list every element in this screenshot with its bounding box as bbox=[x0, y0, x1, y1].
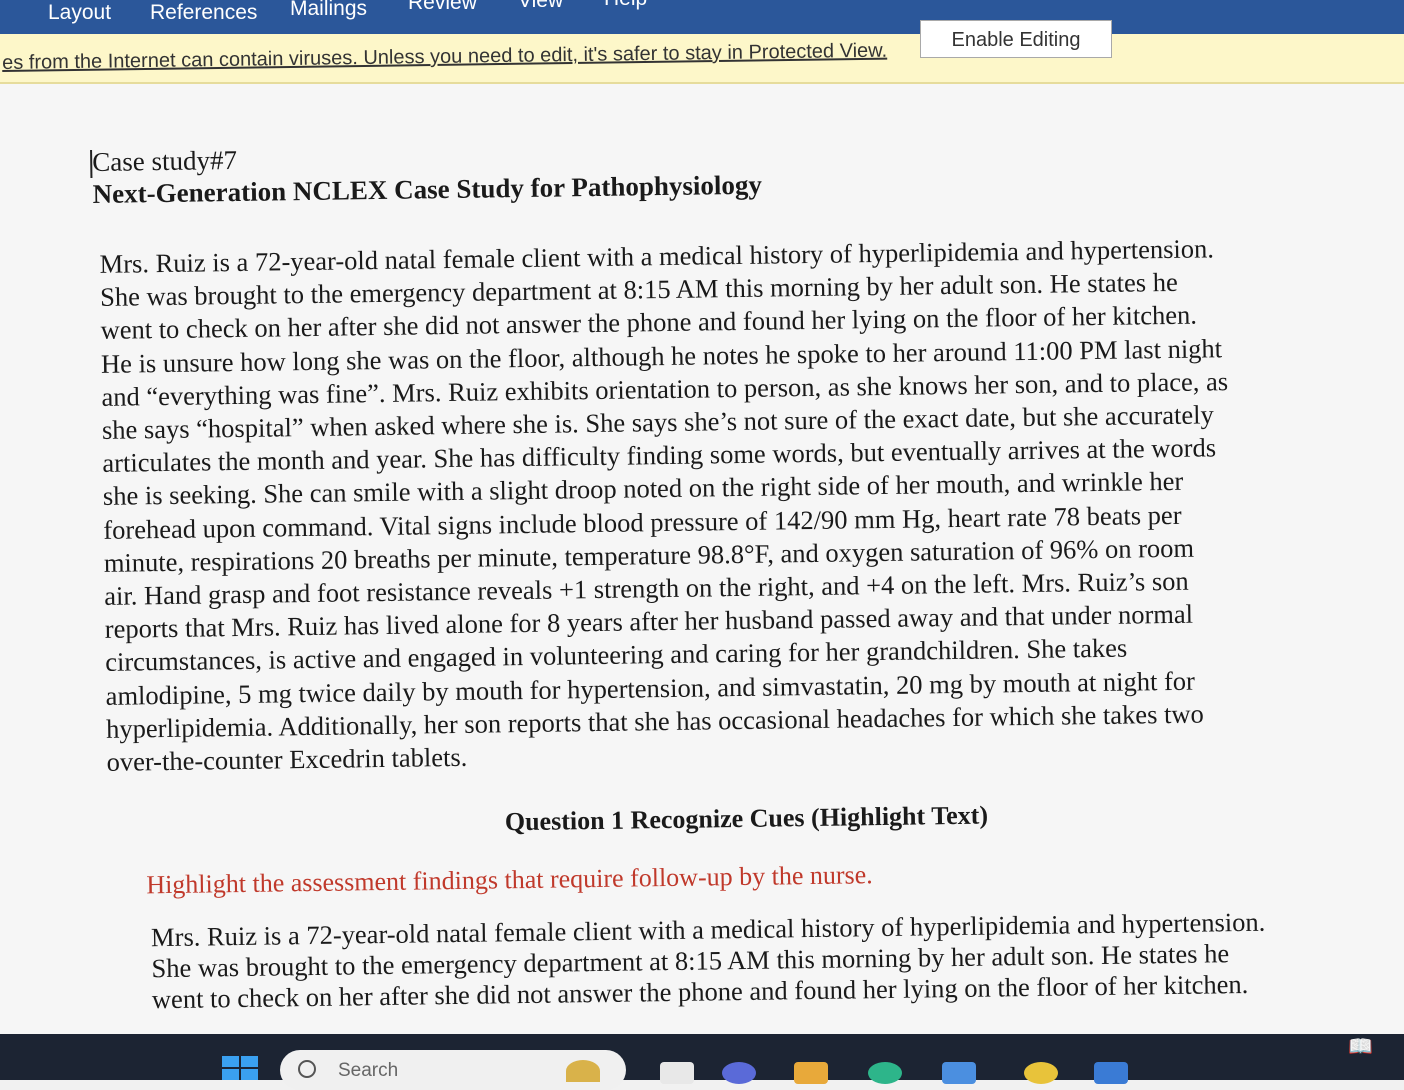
search-label: Search bbox=[338, 1060, 399, 1081]
text-cursor bbox=[90, 149, 93, 179]
app-icon[interactable] bbox=[722, 1062, 756, 1084]
read-mode-icon[interactable]: 📖 bbox=[1348, 1034, 1373, 1058]
chrome-icon[interactable] bbox=[1024, 1062, 1058, 1084]
tab-layout[interactable]: Layout bbox=[48, 0, 111, 30]
windows-start-icon[interactable] bbox=[222, 1056, 258, 1080]
store-icon[interactable] bbox=[942, 1062, 976, 1084]
file-explorer-icon[interactable] bbox=[794, 1062, 828, 1084]
edge-icon[interactable] bbox=[868, 1062, 902, 1084]
question-instruction: Highlight the assessment findings that r… bbox=[146, 860, 873, 900]
ribbon-tab-bar: Layout References Mailings Review View H… bbox=[0, 0, 1404, 34]
tab-help[interactable]: Help bbox=[604, 0, 647, 16]
question-heading: Question 1 Recognize Cues (Highlight Tex… bbox=[504, 800, 989, 837]
document-body[interactable]: Case study#7 Next-Generation NCLEX Case … bbox=[90, 128, 1394, 1016]
protected-view-bar: es from the Internet can contain viruses… bbox=[0, 20, 1404, 84]
app-icon[interactable] bbox=[1094, 1062, 1128, 1084]
taskbar: Search bbox=[0, 1034, 1404, 1090]
highlight-paragraph: Mrs. Ruiz is a 72-year-old natal female … bbox=[151, 906, 1352, 1016]
widgets-icon[interactable] bbox=[566, 1060, 600, 1082]
tab-mailings[interactable]: Mailings bbox=[290, 0, 367, 26]
tab-references[interactable]: References bbox=[150, 0, 257, 30]
case-paragraph: Mrs. Ruiz is a 72-year-old natal female … bbox=[99, 230, 1361, 779]
tab-review[interactable]: Review bbox=[408, 0, 477, 20]
protected-view-message: es from the Internet can contain viruses… bbox=[2, 39, 888, 74]
enable-editing-button[interactable]: Enable Editing bbox=[920, 20, 1112, 58]
task-view-icon[interactable] bbox=[660, 1062, 694, 1084]
search-icon bbox=[298, 1060, 316, 1078]
tab-view[interactable]: View bbox=[518, 0, 563, 18]
